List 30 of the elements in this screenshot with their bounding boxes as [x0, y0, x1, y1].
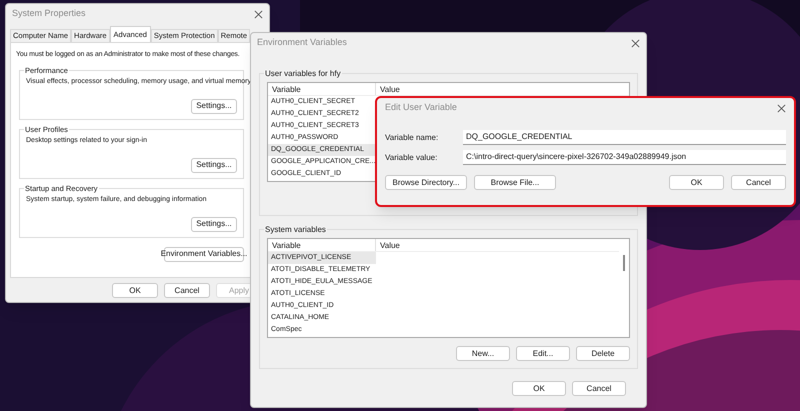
field-label: Variable name:	[385, 132, 440, 144]
group-title: System variables	[264, 224, 327, 235]
group-title: User variables for hfy	[264, 68, 342, 79]
column-header[interactable]: Value	[376, 83, 629, 95]
settings-button[interactable]: Settings...	[191, 98, 237, 114]
browse-button[interactable]: Browse Directory...	[385, 175, 467, 190]
dialog-button[interactable]: Cancel	[164, 283, 210, 298]
field-label: Variable value:	[385, 152, 438, 164]
settings-button[interactable]: Settings...	[191, 216, 237, 232]
column-header[interactable]: Value	[376, 239, 619, 251]
list-button[interactable]: Edit...	[516, 346, 570, 361]
browse-button[interactable]: Browse File...	[474, 175, 556, 190]
window-title: Environment Variables	[257, 36, 347, 50]
close-icon[interactable]	[631, 38, 640, 48]
close-icon[interactable]	[777, 104, 786, 112]
input-field[interactable]: DQ_GOOGLE_CREDENTIAL	[463, 130, 786, 145]
window-title: System Properties	[12, 7, 86, 20]
dialog-button[interactable]: OK	[669, 175, 724, 190]
dialog-button[interactable]: OK	[112, 283, 158, 298]
column-header[interactable]: Variable	[268, 83, 376, 95]
column-header[interactable]: Variable	[268, 239, 376, 251]
dialog-button[interactable]: OK	[512, 381, 566, 396]
input-field[interactable]: C:\intro-direct-query\sincere-pixel-326702-349a02889949.json	[463, 150, 786, 165]
dialog-button[interactable]: Cancel	[572, 381, 626, 396]
list-button[interactable]: Delete	[576, 346, 630, 361]
list-button[interactable]: New...	[456, 346, 510, 361]
close-icon[interactable]	[254, 10, 263, 18]
settings-button[interactable]: Settings...	[191, 158, 237, 172]
dialog-button[interactable]: Cancel	[731, 175, 786, 190]
window-title: Edit User Variable	[385, 101, 457, 114]
